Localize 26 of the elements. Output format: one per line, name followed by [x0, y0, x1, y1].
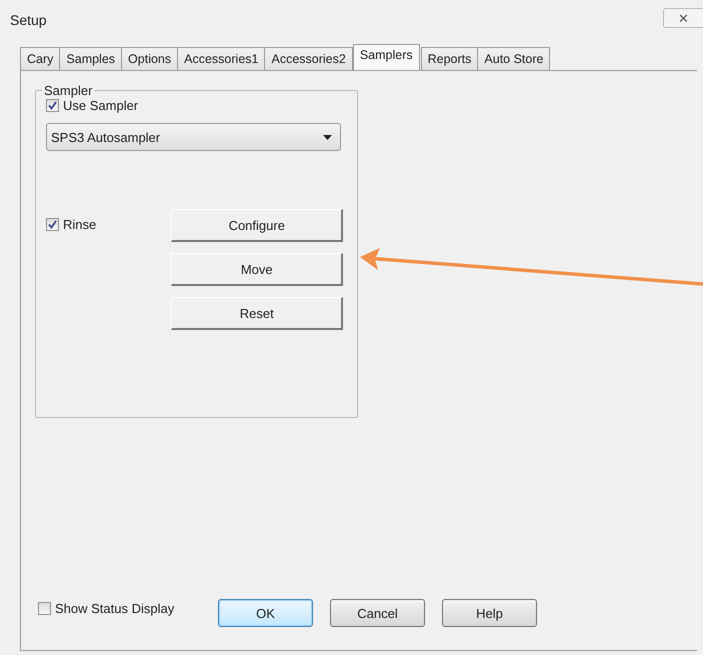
action-button[interactable]: Reset: [171, 297, 344, 330]
tab[interactable]: Cary: [20, 47, 60, 70]
group-title: Sampler: [43, 83, 94, 98]
sampler-dropdown[interactable]: SPS3 Autosampler: [46, 123, 341, 151]
tab[interactable]: Accessories2: [264, 47, 353, 70]
checkbox[interactable]: [46, 218, 59, 231]
checkbox[interactable]: [46, 99, 59, 112]
window-title: Setup: [10, 12, 47, 28]
dialog-button[interactable]: OK: [218, 599, 313, 627]
tab[interactable]: Options: [121, 47, 178, 70]
dropdown-arrow-icon: [323, 134, 332, 140]
close-button[interactable]: ✕: [663, 8, 703, 28]
dropdown-value: SPS3 Autosampler: [51, 130, 160, 144]
tab[interactable]: Reports: [420, 47, 478, 70]
checkbox-label: Rinse: [63, 217, 96, 232]
tab[interactable]: Accessories1: [177, 47, 266, 70]
tab[interactable]: Auto Store: [477, 47, 550, 70]
checkbox-label: Show Status Display: [55, 601, 174, 616]
checkbox-label: Use Sampler: [63, 98, 138, 113]
dialog-button[interactable]: Help: [442, 599, 537, 627]
tab[interactable]: Samplers: [352, 44, 420, 70]
dialog-button[interactable]: Cancel: [330, 599, 425, 627]
action-button[interactable]: Move: [171, 253, 344, 286]
checkbox[interactable]: [38, 602, 51, 615]
action-button[interactable]: Configure: [171, 209, 344, 242]
tab[interactable]: Samples: [59, 47, 122, 70]
